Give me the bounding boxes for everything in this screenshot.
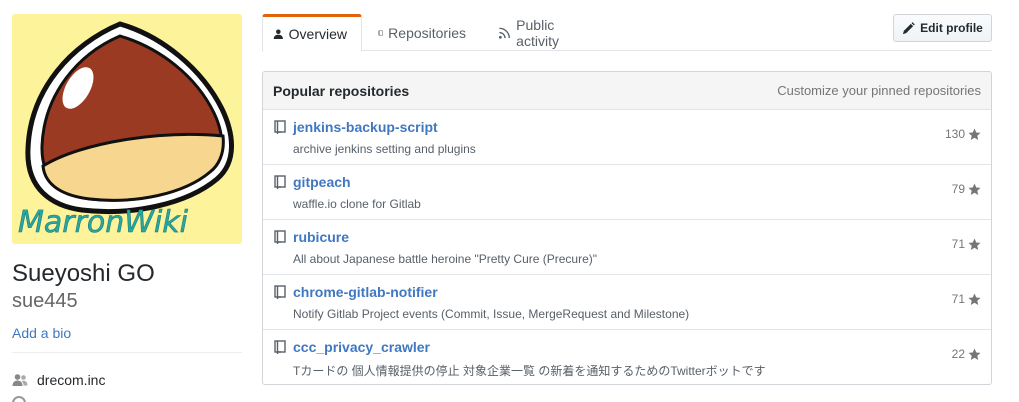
repo-name-link[interactable]: gitpeach xyxy=(293,174,351,190)
organization-name: drecom.inc xyxy=(37,372,106,388)
repo-name-link[interactable]: rubicure xyxy=(293,229,349,245)
repo-stargazers[interactable]: 71 xyxy=(952,292,981,306)
repo-list-item: gitpeach waffle.io clone for Gitlab 79 xyxy=(263,165,991,220)
repo-list-item: chrome-gitlab-notifier Notify Gitlab Proj… xyxy=(263,275,991,330)
repo-book-icon xyxy=(274,285,286,299)
repo-description: Tカードの 個人情報提供の停止 対象企業一覧 の新着を通知するためのTwitte… xyxy=(293,364,766,378)
person-icon xyxy=(273,29,283,39)
repo-star-count: 71 xyxy=(951,292,965,306)
repo-list-item: jenkins-backup-script archive jenkins set… xyxy=(263,110,991,165)
profile-divider xyxy=(12,352,242,353)
repo-name-link[interactable]: jenkins-backup-script xyxy=(293,119,438,135)
profile-fullname: Sueyoshi GO xyxy=(12,260,155,287)
repo-book-icon xyxy=(274,120,286,134)
star-icon xyxy=(968,237,981,250)
avatar[interactable]: MarronWiki xyxy=(12,14,242,244)
star-icon xyxy=(968,127,981,140)
repo-book-icon xyxy=(274,175,286,189)
repo-stargazers[interactable]: 22 xyxy=(952,347,981,361)
repo-star-count: 130 xyxy=(944,127,965,141)
popular-repositories-box: Popular repositories Customize your pinn… xyxy=(262,71,992,385)
repo-stargazers[interactable]: 130 xyxy=(945,127,981,141)
add-bio-link[interactable]: Add a bio xyxy=(12,324,71,342)
edit-profile-button[interactable]: Edit profile xyxy=(893,14,992,42)
popular-repositories-title: Popular repositories xyxy=(273,82,410,99)
profile-tabs: Overview Repositories Public activity xyxy=(262,14,992,52)
repo-description: archive jenkins setting and plugins xyxy=(293,142,476,156)
avatar-caption: MarronWiki xyxy=(18,205,189,240)
repo-star-count: 71 xyxy=(951,237,965,251)
repo-book-icon xyxy=(378,30,383,35)
repo-name-link[interactable]: ccc_privacy_crawler xyxy=(293,339,430,355)
repo-name-link[interactable]: chrome-gitlab-notifier xyxy=(293,284,438,300)
star-icon xyxy=(968,292,981,305)
repo-list-item: rubicure All about Japanese battle heroin… xyxy=(263,220,991,275)
popular-repositories-header: Popular repositories Customize your pinn… xyxy=(263,72,991,110)
repo-stargazers[interactable]: 79 xyxy=(952,182,981,196)
location-icon xyxy=(12,396,26,402)
tab-overview-label: Overview xyxy=(288,26,347,42)
people-icon xyxy=(12,374,28,386)
chestnut-avatar-image: MarronWiki xyxy=(12,14,242,244)
edit-profile-label: Edit profile xyxy=(920,21,983,35)
star-icon xyxy=(968,182,981,195)
repo-description: All about Japanese battle heroine "Prett… xyxy=(293,252,598,266)
customize-pinned-link[interactable]: Customize your pinned repositories xyxy=(777,83,981,98)
pencil-icon xyxy=(903,21,915,34)
tab-public-activity[interactable]: Public activity xyxy=(488,14,610,51)
repo-star-count: 22 xyxy=(951,347,965,361)
repo-star-count: 79 xyxy=(951,182,965,196)
repo-description: Notify Gitlab Project events (Commit, Is… xyxy=(293,307,690,321)
profile-username: sue445 xyxy=(12,290,78,312)
tab-overview[interactable]: Overview xyxy=(262,14,362,52)
repo-stargazers[interactable]: 71 xyxy=(952,237,981,251)
repo-book-icon xyxy=(274,230,286,244)
star-icon xyxy=(968,347,981,360)
repo-list-item: ccc_privacy_crawler Tカードの 個人情報提供の停止 対象企業一… xyxy=(263,330,991,384)
repo-list: jenkins-backup-script archive jenkins set… xyxy=(263,110,991,384)
rss-icon xyxy=(498,27,510,39)
tab-repositories[interactable]: Repositories xyxy=(368,14,480,51)
tab-public-activity-label: Public activity xyxy=(516,16,559,49)
repo-book-icon xyxy=(274,340,286,354)
tab-repositories-label: Repositories xyxy=(388,24,466,41)
profile-organization: drecom.inc xyxy=(12,371,105,389)
repo-description: waffle.io clone for Gitlab xyxy=(293,197,421,211)
